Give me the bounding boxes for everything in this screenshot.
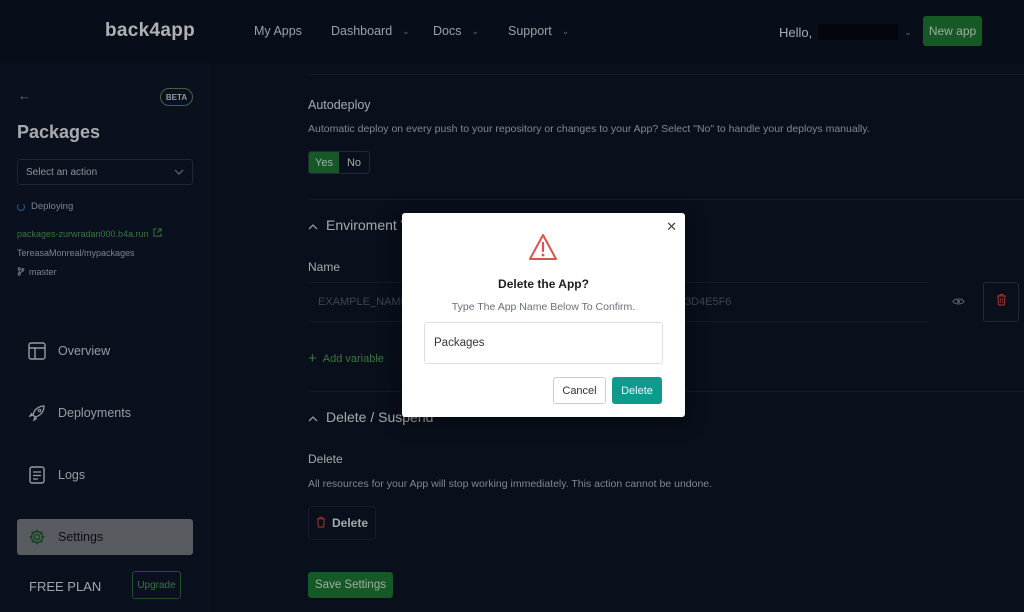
dialog-title: Delete the App?: [498, 277, 589, 291]
app-name-confirm-input[interactable]: [424, 322, 663, 364]
delete-app-dialog: ✕ Delete the App? Type The App Name Belo…: [402, 213, 685, 417]
dialog-subtitle: Type The App Name Below To Confirm.: [451, 301, 636, 313]
warning-icon: [528, 233, 558, 266]
confirm-delete-button[interactable]: Delete: [612, 377, 662, 404]
cancel-button[interactable]: Cancel: [553, 377, 606, 404]
close-icon[interactable]: ✕: [666, 219, 677, 235]
